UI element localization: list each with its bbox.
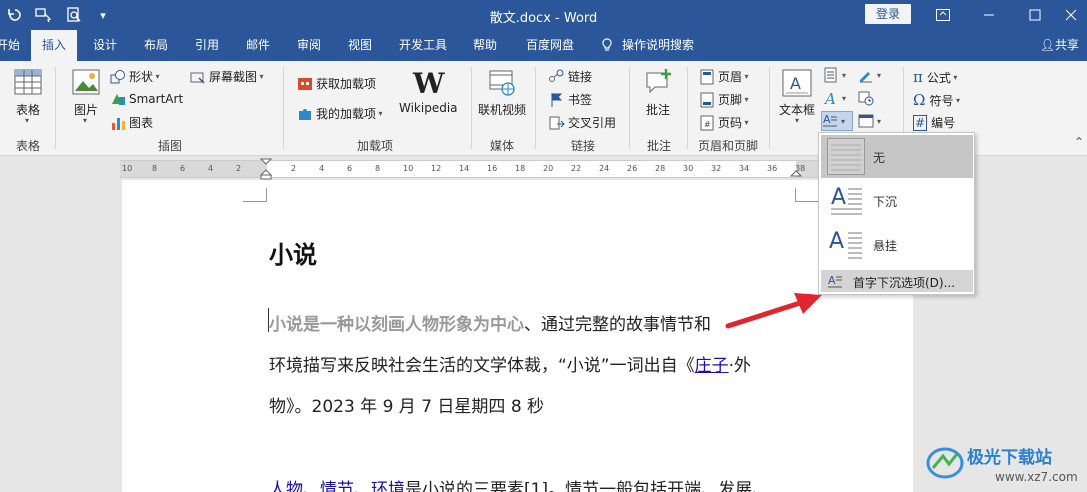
- svg-text:极光下载站: 极光下载站: [967, 447, 1052, 468]
- site-watermark-logo: 极光下载站 www.xz7.com: [925, 438, 1085, 488]
- annotation-arrow: [725, 293, 822, 329]
- svg-text:www.xz7.com: www.xz7.com: [995, 470, 1078, 484]
